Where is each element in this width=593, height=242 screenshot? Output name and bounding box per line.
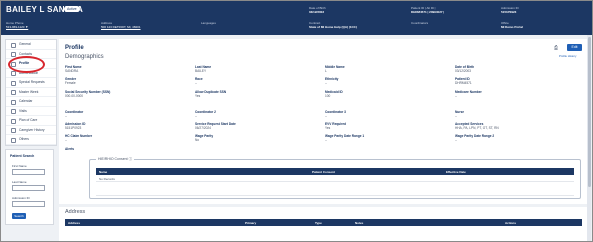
field-service-request-start-date: Service Request Start Date 06/27/2024 — [195, 122, 236, 131]
hie-consent-caption: HIE/RHIO Consent ⓘ — [96, 157, 135, 162]
info-icon[interactable]: ⓘ — [129, 157, 133, 161]
page-scrollbar[interactable] — [587, 35, 591, 241]
first-name-label: First Name — [12, 164, 27, 168]
app-window: BAILEY L SANDRA Active Home Phone 513-96… — [0, 0, 593, 242]
hie-table-header: Name Patient Consent Effective Date — [96, 168, 574, 175]
field-date-of-birth: Date of Birth 03/12/2003 — [455, 65, 475, 74]
edit-button[interactable]: Edit — [567, 44, 582, 51]
sidebar: General Contacts Profile Authorization S… — [1, 35, 57, 241]
field-alerts: Alerts — [65, 147, 75, 151]
field-evv-required: EVV Required Yes — [325, 122, 347, 131]
field-wage-parity-date-range-1: Wage Parity Date Range 1 -- — [325, 134, 365, 143]
sidebar-item-master-week[interactable]: Master Week — [6, 88, 56, 97]
header-field-dob: Date of Birth 03/12/2003 — [309, 6, 326, 14]
plan-of-care-icon — [11, 118, 16, 124]
field-middle-name: Middle Name L — [325, 65, 345, 74]
status-badge: Active — [64, 6, 80, 12]
header-field-contract: Contract State of MI Home Help (QA) (1CC… — [309, 21, 357, 29]
field-patient-id: Patient ID DHRM4571 — [455, 77, 472, 86]
sidebar-item-calendar[interactable]: Calendar — [6, 97, 56, 107]
table-row-filler — [96, 181, 574, 196]
patient-search-title: Patient Search — [10, 154, 35, 158]
field-hc-claim-number: HC Claim Number -- — [65, 134, 93, 143]
header-field-coordinators: Coordinators — [411, 21, 429, 25]
field-coordinator-2: Coordinator 2 -- — [195, 110, 216, 119]
field-gender: Gender Female — [65, 77, 77, 86]
column-header-name[interactable]: Name — [99, 170, 107, 174]
master-week-icon — [11, 90, 16, 95]
hie-consent-box: HIE/RHIO Consent ⓘ Name Patient Consent … — [89, 157, 581, 199]
admission-id-label: Admission ID — [12, 196, 30, 200]
last-name-input[interactable] — [12, 185, 45, 191]
field-wage-parity: Wage Parity No — [195, 134, 214, 143]
column-header-actions[interactable]: Actions — [505, 221, 516, 225]
field-medicare-number: Medicare Number -- — [455, 90, 482, 99]
sidebar-item-plan-of-care[interactable]: Plan of Care — [6, 116, 56, 126]
field-last-name: Last Name BAILEY — [195, 65, 212, 74]
address-table-header: Address Primary Type Notes Actions — [65, 219, 582, 226]
column-header-effective-date[interactable]: Effective Date — [446, 170, 466, 174]
sidebar-item-special-requests[interactable]: Special Requests — [6, 78, 56, 88]
field-coordinator-3: Coordinator 3 -- — [325, 110, 346, 119]
sidebar-menu: General Contacts Profile Authorization S… — [5, 39, 57, 146]
column-header-type[interactable]: Type — [315, 221, 322, 225]
field-medicaid-id: Medicaid ID 100 — [325, 90, 343, 99]
others-icon — [11, 137, 16, 143]
scrollbar-thumb[interactable] — [587, 37, 591, 187]
field-ssn: Social Security Number (SSN) 000-00-0000 — [65, 90, 111, 99]
search-button[interactable]: Search — [12, 213, 26, 219]
field-nurse: Nurse -- — [455, 110, 465, 119]
column-header-address[interactable]: Address — [68, 221, 80, 225]
section-title-demographics: Demographics — [65, 54, 104, 60]
field-coordinator: Coordinator -- — [65, 110, 84, 119]
last-name-label: Last Name — [12, 180, 27, 184]
calendar-icon — [11, 99, 16, 105]
admission-id-input[interactable] — [12, 201, 45, 207]
print-icon[interactable]: ⎙ — [554, 45, 560, 51]
authorization-icon — [11, 71, 16, 76]
patient-search-panel: Patient Search First Name Last Name Admi… — [5, 149, 54, 225]
column-header-patient-consent[interactable]: Patient Consent — [312, 170, 335, 174]
address-link[interactable]: 500 123 DETROIT, MI, 48201 — [101, 25, 141, 29]
field-wage-parity-date-range-2: Wage Parity Date Range 2 -- — [455, 134, 495, 143]
general-icon — [11, 42, 16, 48]
header-field-address: Address 500 123 DETROIT, MI, 48201 — [101, 21, 141, 29]
highlight-circle — [8, 56, 45, 73]
profile-history-link[interactable]: Profile History — [559, 54, 576, 58]
header-field-home-phone: Home Phone 513-969-1120 ▼ — [6, 21, 29, 29]
column-header-primary[interactable]: Primary — [245, 221, 256, 225]
field-accepted-services: Accepted Services HHA, PA, LPN, PT, OT, S… — [455, 122, 499, 131]
field-admission-id: Admission ID 5151P0923 — [65, 122, 86, 131]
section-title-address: Address — [65, 209, 86, 215]
sidebar-item-caregiver-history[interactable]: Caregiver History — [6, 126, 56, 135]
column-header-notes[interactable]: Notes — [355, 221, 363, 225]
field-allow-duplicate-ssn: Allow Duplicate SSN Yes — [195, 90, 227, 99]
visits-icon — [11, 109, 16, 114]
sidebar-item-others[interactable]: Others — [6, 135, 56, 145]
profile-panel: Profile Demographics ⎙ Edit Profile Hist… — [59, 39, 587, 204]
page-title: Profile — [65, 45, 84, 51]
home-phone-link[interactable]: 513-969-1120 ▼ — [6, 25, 28, 29]
patient-header: BAILEY L SANDRA Active Home Phone 513-96… — [1, 1, 592, 35]
contacts-icon — [11, 52, 16, 57]
header-field-languages: Languages — [201, 21, 216, 25]
special-requests-icon — [11, 80, 16, 86]
sidebar-item-visits[interactable]: Visits — [6, 107, 56, 116]
header-field-office: Office MI Demo Portal — [501, 21, 523, 29]
field-race: Race -- — [195, 77, 203, 86]
first-name-input[interactable] — [12, 169, 45, 175]
header-field-patient-id: Patient ID | Alt ID | DHRM4571 | 2099402… — [411, 6, 445, 14]
field-first-name: First Name SANDRA — [65, 65, 82, 74]
header-field-admission-id: Admission ID 5151P0923 — [501, 6, 519, 14]
sidebar-item-general[interactable]: General — [6, 40, 56, 50]
caregiver-history-icon — [11, 128, 16, 133]
address-section: Address Address Primary Type Notes Actio… — [59, 207, 587, 241]
field-ethnicity: Ethnicity -- — [325, 77, 339, 86]
